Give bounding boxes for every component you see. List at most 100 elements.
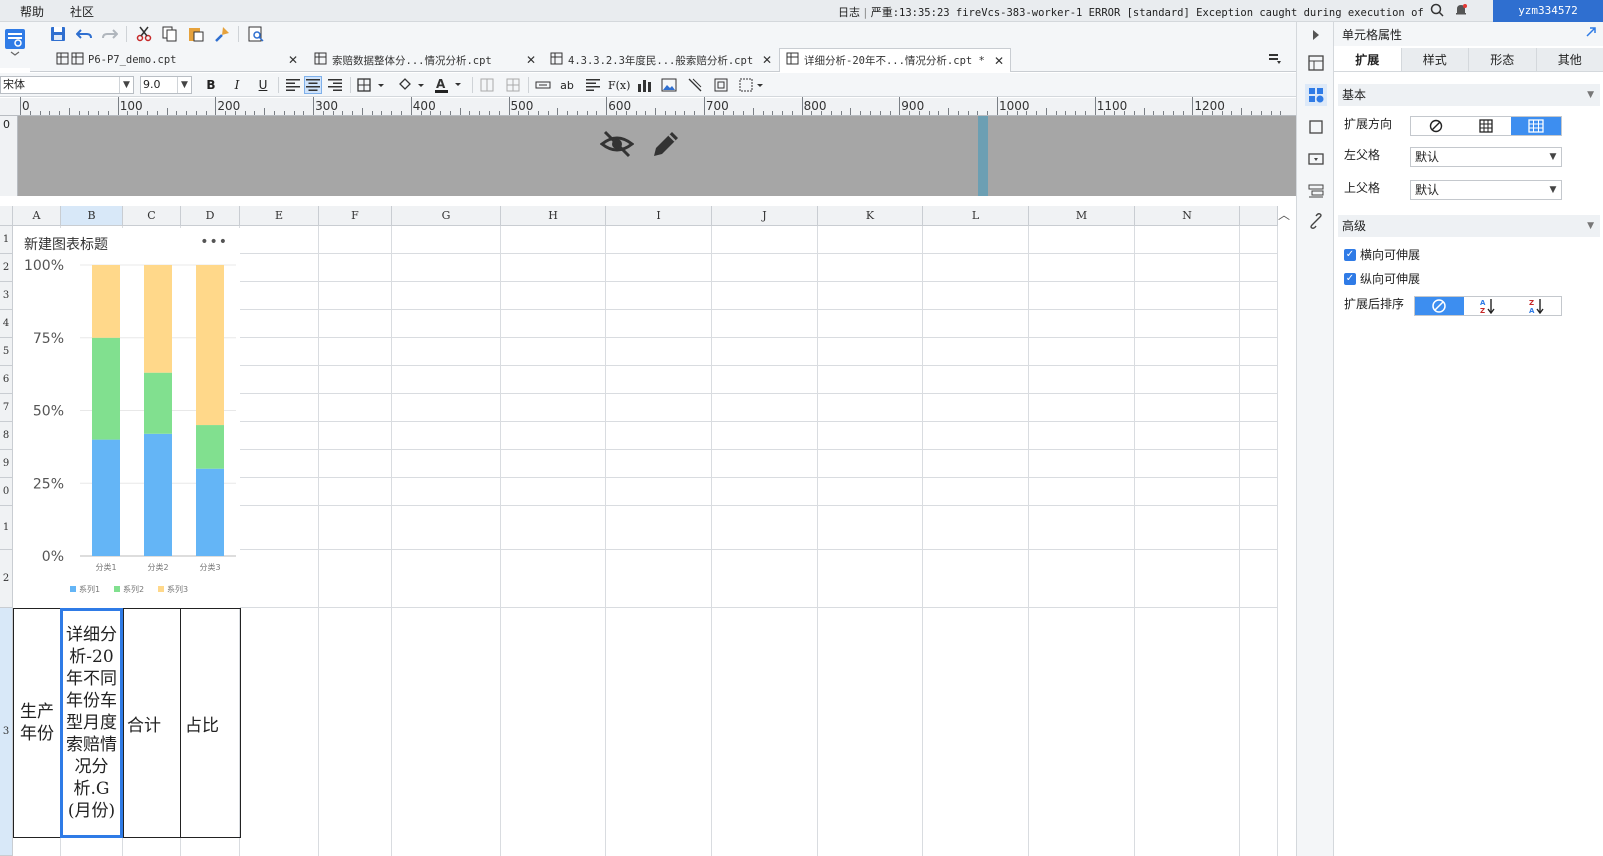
collapse-panel-icon[interactable] [1305, 24, 1327, 46]
column-header-b[interactable]: B [61, 206, 123, 226]
row-header[interactable]: 5 [0, 338, 13, 366]
tab-file-2[interactable]: 索赔数据整体分...情况分析.cpt ✕ [308, 48, 542, 72]
tab-close-button[interactable]: ✕ [288, 53, 298, 67]
chart-widget[interactable]: 新建图表标题 ••• 0% 25% 50% 75% 100% 分类1 分类2 分类3 系列1 系列… [14, 228, 240, 608]
row-header[interactable]: 2 [0, 254, 13, 282]
tab-other[interactable]: 其他 [1536, 48, 1603, 71]
formula-button[interactable]: F(x) [608, 76, 630, 94]
tab-expand[interactable]: 扩展 [1334, 48, 1402, 71]
vertical-expand-checkbox[interactable]: ✓ 纵向可伸展 [1344, 270, 1420, 287]
up-parent-select[interactable]: 默认 ▼ [1410, 180, 1562, 200]
tab-file-3[interactable]: 4.3.3.2.3年度民...般索赔分析.cpt ✕ [544, 48, 778, 72]
font-color-icon[interactable]: A [432, 76, 466, 94]
row-header[interactable]: 2 [0, 550, 13, 608]
row-header[interactable]: 1 [0, 226, 13, 254]
column-header-d[interactable]: D [181, 206, 240, 226]
row-header[interactable]: 7 [0, 394, 13, 422]
band-width-marker[interactable] [978, 116, 988, 196]
more-insert-icon[interactable] [738, 76, 766, 94]
cell-d13[interactable]: 占比 [180, 608, 241, 838]
column-header-g[interactable]: G [392, 206, 501, 226]
slash-icon[interactable] [686, 76, 704, 94]
column-header-l[interactable]: L [923, 206, 1029, 226]
column-header-j[interactable]: J [712, 206, 818, 226]
italic-button[interactable]: I [228, 76, 246, 94]
column-header-e[interactable]: E [240, 206, 319, 226]
save-icon[interactable] [48, 24, 68, 44]
cell-b13-selected[interactable]: 详细分析-20年不同年份车型月度索赔情况分析.G(月份) [60, 608, 123, 838]
row-header[interactable]: 6 [0, 366, 13, 394]
format-painter-icon[interactable] [212, 24, 232, 44]
align-left-icon[interactable] [284, 76, 302, 94]
expand-panel-icon[interactable] [1585, 26, 1597, 41]
row-header[interactable]: 1 [0, 506, 13, 550]
hyperlink-icon[interactable] [1305, 210, 1327, 232]
float-element-icon[interactable] [1305, 116, 1327, 138]
cell-attribute-icon[interactable] [1305, 84, 1327, 106]
column-header-k[interactable]: K [818, 206, 923, 226]
horizontal-expand-icon[interactable] [1511, 117, 1561, 135]
row-header[interactable]: 0 [0, 478, 13, 506]
merge-cells-icon[interactable] [478, 76, 496, 94]
cut-icon[interactable] [134, 24, 154, 44]
section-advanced[interactable]: 高级 ▼ [1338, 215, 1600, 237]
align-right-icon[interactable] [326, 76, 344, 94]
section-basic[interactable]: 基本 ▼ [1338, 84, 1600, 106]
tab-form[interactable]: 形态 [1469, 48, 1537, 71]
column-header-c[interactable]: C [123, 206, 181, 226]
widget-settings-icon[interactable] [1305, 148, 1327, 170]
no-sort-icon[interactable] [1415, 297, 1464, 315]
cell-element-icon[interactable] [1305, 52, 1327, 74]
undo-icon[interactable] [74, 24, 94, 44]
column-header-m[interactable]: M [1029, 206, 1135, 226]
condition-attribute-icon[interactable] [1305, 180, 1327, 202]
font-size-select[interactable]: 9.0 ▼ [140, 76, 192, 94]
row-header[interactable]: 8 [0, 422, 13, 450]
tab-style[interactable]: 样式 [1401, 48, 1469, 71]
cell-a13[interactable]: 生产年份 [13, 608, 61, 838]
tab-list-icon[interactable] [1268, 52, 1282, 69]
copy-icon[interactable] [160, 24, 180, 44]
sort-ascending-icon[interactable]: AZ [1464, 297, 1513, 315]
column-header-i[interactable]: I [606, 206, 712, 226]
tab-file-4-active[interactable]: 详细分析-20年不...情况分析.cpt * ✕ [779, 48, 1011, 72]
row-header[interactable]: 9 [0, 450, 13, 478]
font-name-select[interactable]: 宋体 ▼ [0, 76, 134, 94]
insert-chart-icon[interactable] [636, 76, 654, 94]
align-center-icon[interactable] [304, 76, 322, 94]
log-status[interactable]: 日志 | 严重:13:35:23 fireVcs-383-worker-1 ER… [838, 4, 1428, 20]
search-icon[interactable] [1430, 3, 1444, 20]
report-header-band[interactable] [18, 116, 1324, 196]
text-field-icon[interactable] [534, 76, 552, 94]
tab-close-button[interactable]: ✕ [762, 53, 772, 67]
scroll-up-icon[interactable]: ︿ [1278, 206, 1290, 223]
horizontal-expand-checkbox[interactable]: ✓ 横向可伸展 [1344, 246, 1420, 263]
user-name[interactable]: yzm334572 [1493, 0, 1603, 22]
bold-button[interactable]: B [202, 76, 220, 94]
text-tool-button[interactable]: ab [558, 76, 576, 94]
pencil-icon[interactable] [650, 128, 682, 163]
paste-icon[interactable] [186, 24, 206, 44]
fill-color-icon[interactable] [396, 76, 428, 94]
menu-help[interactable]: 帮助 [20, 3, 44, 20]
unmerge-cells-icon[interactable] [504, 76, 522, 94]
no-expand-icon[interactable] [1411, 117, 1461, 135]
column-header-h[interactable]: H [501, 206, 606, 226]
grid-corner[interactable] [0, 206, 13, 226]
sub-report-icon[interactable] [712, 76, 730, 94]
insert-image-icon[interactable] [660, 76, 678, 94]
tab-file-1[interactable]: P6-P7_demo.cpt ✕ [50, 48, 304, 72]
border-icon[interactable] [356, 76, 388, 94]
paragraph-icon[interactable] [584, 76, 602, 94]
row-header[interactable]: 4 [0, 310, 13, 338]
underline-button[interactable]: U [254, 76, 272, 94]
bell-icon[interactable] [1454, 3, 1468, 20]
menu-community[interactable]: 社区 [70, 3, 94, 20]
column-header-a[interactable]: A [13, 206, 61, 226]
redo-icon[interactable] [100, 24, 120, 44]
tab-close-button[interactable]: ✕ [526, 53, 536, 67]
template-badge[interactable] [0, 22, 30, 68]
preview-icon[interactable] [246, 24, 266, 44]
sort-descending-icon[interactable]: ZA [1512, 297, 1561, 315]
row-header[interactable]: 3 [0, 608, 13, 856]
